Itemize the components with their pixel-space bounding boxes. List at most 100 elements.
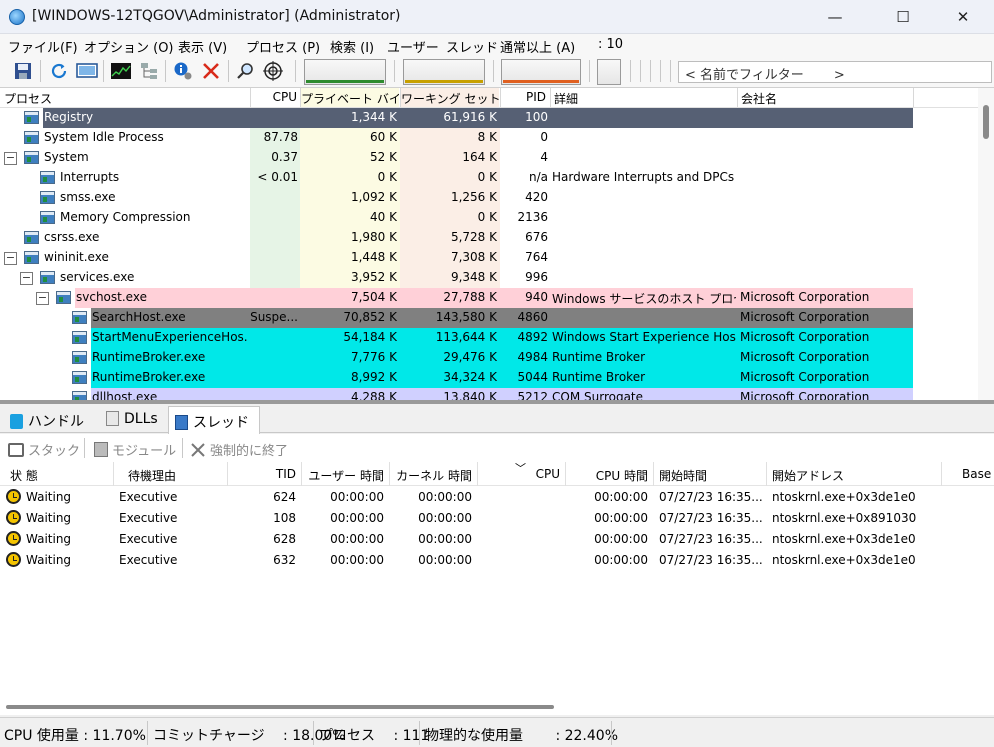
process-private-bytes: 3,952 K (350, 270, 397, 284)
thread-kernel-time: 00:00:00 (418, 553, 472, 567)
process-row[interactable]: StartMenuExperienceHos... 54,184 K 113,644… (0, 328, 978, 348)
properties-icon[interactable] (172, 60, 194, 82)
process-icon (40, 211, 55, 224)
tab-dlls[interactable]: DLLs (106, 406, 170, 433)
cpu-usage-graph[interactable] (304, 59, 386, 85)
process-row[interactable]: Registry 1,344 K 61,916 K 100 (0, 108, 978, 128)
gpu-usage-graph[interactable] (597, 59, 621, 85)
menu-file[interactable]: ファイル(F) (8, 37, 78, 56)
process-row[interactable]: − wininit.exe 1,448 K 7,308 K 764 (0, 248, 978, 268)
process-pid: 100 (525, 110, 548, 124)
process-private-bytes: 7,504 K (350, 290, 397, 304)
process-pid: 996 (525, 270, 548, 284)
thread-start-address: ntoskrnl.exe+0x3de1e0 (772, 490, 916, 504)
column-tid[interactable]: TID (240, 467, 296, 481)
process-icon (24, 131, 39, 144)
process-row[interactable]: RuntimeBroker.exe 8,992 K 34,324 K 5044 Runt… (0, 368, 978, 388)
column-process[interactable]: プロセス (4, 88, 248, 107)
menu-users[interactable]: ユーザー (387, 37, 439, 56)
app-icon (9, 9, 25, 25)
menu-process[interactable]: プロセス (P) (246, 37, 320, 56)
thread-user-time: 00:00:00 (330, 511, 384, 525)
module-button[interactable]: モジュール (94, 440, 176, 459)
process-row[interactable]: − services.exe 3,952 K 9,348 K 996 (0, 268, 978, 288)
vertical-scrollbar[interactable] (978, 88, 994, 400)
column-base[interactable]: Base (962, 467, 991, 481)
process-row[interactable]: Memory Compression 40 K 0 K 2136 (0, 208, 978, 228)
menu-find[interactable]: 検索 (I) (330, 37, 374, 56)
cpu-graph-icon[interactable] (110, 60, 132, 82)
column-cpu[interactable]: CPU (251, 88, 299, 107)
column-pid[interactable]: PID (501, 88, 548, 107)
process-private-bytes: 40 K (370, 210, 397, 224)
process-icon (24, 151, 39, 164)
column-company[interactable]: 会社名 (741, 88, 911, 107)
process-tree-icon[interactable] (138, 60, 160, 82)
thread-start-address: ntoskrnl.exe+0x891030 (772, 511, 917, 525)
column-start-address[interactable]: 開始アドレス (772, 467, 844, 484)
collapse-toggle-icon[interactable]: − (4, 152, 17, 165)
process-row[interactable]: − svchost.exe 7,504 K 27,788 K 940 Windows サー… (0, 288, 978, 308)
save-icon[interactable] (12, 60, 34, 82)
menu-priority[interactable]: 通常以上 (A) (500, 37, 575, 56)
column-user-time[interactable]: ユーザー 時間 (300, 467, 384, 484)
process-description: Runtime Broker (552, 370, 646, 384)
kill-thread-button[interactable]: 強制的に終了 (190, 440, 288, 462)
process-row[interactable]: csrss.exe 1,980 K 5,728 K 676 (0, 228, 978, 248)
collapse-toggle-icon[interactable]: − (20, 272, 33, 285)
waiting-clock-icon (6, 531, 21, 546)
process-row[interactable]: dllhost.exe 4,288 K 13,840 K 5212 COM Surrog… (0, 388, 978, 400)
tab-threads[interactable]: スレッド (168, 406, 260, 434)
stack-button[interactable]: スタック (8, 440, 80, 459)
find-icon[interactable] (234, 60, 256, 82)
process-icon (56, 291, 71, 304)
process-row[interactable]: Interrupts < 0.01 0 K 0 K n/a Hardware Interr… (0, 168, 978, 188)
column-kernel-time[interactable]: カーネル 時間 (388, 467, 472, 484)
memory-usage-graph[interactable] (501, 59, 581, 85)
menu-view[interactable]: 表示 (V) (178, 37, 227, 56)
process-description: COM Surrogate (552, 390, 644, 400)
refresh-icon[interactable] (48, 60, 70, 82)
process-pid: 0 (540, 130, 548, 144)
column-cpu-time[interactable]: CPU 時間 (568, 467, 648, 484)
process-row[interactable]: RuntimeBroker.exe 7,776 K 29,476 K 4984 Runt… (0, 348, 978, 368)
thread-row[interactable]: Waiting Executive 632 00:00:00 00:00:00 00:00… (0, 549, 994, 570)
kill-process-icon[interactable] (200, 60, 222, 82)
thread-state: Waiting (26, 511, 72, 525)
menu-threads[interactable]: スレッド (446, 37, 498, 56)
waiting-clock-icon (6, 510, 21, 525)
tab-handles[interactable]: ハンドル (10, 406, 98, 433)
column-cpu[interactable]: CPU (510, 467, 560, 481)
process-working-set: 143,580 K (435, 310, 497, 324)
process-name: RuntimeBroker.exe (92, 350, 206, 364)
column-working-set[interactable]: ワーキング セット (401, 88, 499, 107)
column-state[interactable]: 状 態 (10, 467, 38, 484)
horizontal-scrollbar[interactable] (0, 698, 994, 715)
io-usage-graph[interactable] (403, 59, 485, 85)
column-description[interactable]: 詳細 (554, 88, 734, 107)
menu-options[interactable]: オプション (O) (84, 37, 174, 56)
process-description: Windows Start Experience Host (552, 330, 736, 344)
collapse-toggle-icon[interactable]: − (36, 292, 49, 305)
thread-row[interactable]: Waiting Executive 628 00:00:00 00:00:00 00:00… (0, 528, 994, 549)
maximize-button[interactable]: ☐ (880, 0, 926, 34)
thread-row[interactable]: Waiting Executive 624 00:00:00 00:00:00 00:00… (0, 486, 994, 507)
thread-row[interactable]: Waiting Executive 108 00:00:00 00:00:00 00:00… (0, 507, 994, 528)
minimize-button[interactable]: — (812, 0, 858, 34)
process-row[interactable]: SearchHost.exe Suspe... 70,852 K 143,580 K 4… (0, 308, 978, 328)
find-window-icon[interactable] (262, 60, 284, 82)
collapse-toggle-icon[interactable]: − (4, 252, 17, 265)
process-name: SearchHost.exe (92, 310, 186, 324)
process-icon (72, 351, 87, 364)
column-private-bytes[interactable]: プライベート バイト (301, 88, 399, 107)
column-wait-reason[interactable]: 待機理由 (128, 467, 176, 484)
process-row[interactable]: − System 0.37 52 K 164 K 4 (0, 148, 978, 168)
process-working-set: 0 K (477, 170, 497, 184)
close-button[interactable]: ✕ (940, 0, 986, 34)
process-row[interactable]: smss.exe 1,092 K 1,256 K 420 (0, 188, 978, 208)
process-row[interactable]: System Idle Process 87.78 60 K 8 K 0 (0, 128, 978, 148)
process-name: svchost.exe (76, 290, 147, 304)
system-info-icon[interactable] (76, 60, 98, 82)
filter-by-name-input[interactable]: < 名前でフィルター > (678, 61, 992, 83)
column-start-time[interactable]: 開始時間 (659, 467, 707, 484)
